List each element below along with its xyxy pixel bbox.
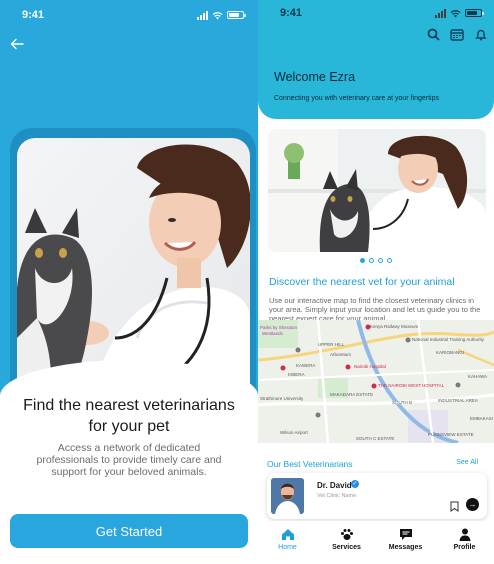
map-label: KIBERA (288, 372, 305, 377)
message-icon (399, 527, 413, 541)
map-label: PLAINSVIEW ESTATE (428, 432, 474, 437)
carousel-dot[interactable] (360, 258, 365, 263)
vet-name: Dr. David (317, 481, 352, 490)
map-label: KARIOBANGI (436, 350, 465, 355)
status-icons (197, 10, 246, 20)
map-label: Arboretum (330, 352, 352, 357)
title-line-2: for your pet (88, 418, 170, 435)
signal-icon (197, 10, 208, 20)
paw-icon (340, 527, 354, 541)
signal-icon (435, 8, 446, 18)
calendar-icon[interactable] (450, 27, 464, 41)
tab-label: Home (278, 544, 297, 551)
app-root: 9:41 Find the nearest veterinarians for … (0, 0, 494, 564)
person-icon (458, 527, 472, 541)
carousel-dot[interactable] (378, 258, 383, 263)
header-actions (426, 27, 488, 41)
tab-label: Profile (453, 544, 476, 551)
carousel-dot[interactable] (387, 258, 392, 263)
map-label: Kenya Railway Museum (370, 324, 419, 329)
carousel-dot[interactable] (369, 258, 374, 263)
home-header: 9:41 Welcome Ezra Connecting you with ve… (258, 0, 494, 119)
status-icons-right (435, 8, 484, 18)
carousel-indicators (258, 258, 494, 263)
bookmark-icon[interactable] (450, 499, 459, 512)
status-bar-right: 9:41 (258, 0, 494, 26)
vet-map[interactable]: Parks by Sheraton Westlands Kenya Railwa… (258, 320, 494, 443)
tab-profile[interactable]: Profile (440, 527, 490, 564)
discover-title: Discover the nearest vet for your animal (269, 276, 455, 288)
best-vets-heading: Our Best Veterinarians (267, 459, 353, 469)
tab-home[interactable]: Home (263, 527, 313, 564)
welcome-subtitle: Connecting you with veterinary care at y… (274, 95, 439, 102)
battery-icon (465, 9, 484, 17)
onboarding-screen: 9:41 Find the nearest veterinarians for … (0, 0, 258, 564)
home-screen: 9:41 Welcome Ezra Connecting you with ve… (258, 0, 494, 564)
map-label: SOUTH C ESTATE (356, 436, 395, 441)
tab-label: Services (332, 544, 361, 551)
map-label: MAKADARA ESTATE (330, 392, 374, 397)
map-label: Parks by Sheraton (260, 325, 298, 330)
tab-services[interactable]: Services (322, 527, 372, 564)
status-time: 9:41 (22, 9, 45, 21)
map-label: Westlands (262, 331, 283, 336)
wifi-icon (450, 9, 461, 17)
map-label: SOUTH B (392, 400, 413, 405)
arrow-right-icon[interactable]: → (466, 498, 479, 511)
map-label: INDUSTRIAL AREA (438, 398, 478, 403)
home-icon (281, 527, 295, 541)
tab-label: Messages (388, 544, 423, 551)
map-label: National Industrial Training Authority (412, 337, 485, 342)
onboarding-description: Access a network of dedicated profession… (36, 442, 222, 478)
tab-messages[interactable]: Messages (381, 527, 431, 564)
map-label: EMBAKASI (470, 416, 494, 421)
welcome-heading: Welcome Ezra (274, 70, 356, 84)
back-arrow-icon[interactable] (10, 37, 30, 55)
battery-icon (227, 11, 246, 19)
see-all-link[interactable]: See All (456, 459, 478, 466)
vet-card[interactable]: Dr. David ✓ Vet Clinic Name → (267, 473, 487, 519)
wifi-icon (212, 11, 223, 19)
onboarding-title: Find the nearest veterinarians for your … (0, 395, 258, 437)
vet-clinic-name: Vet Clinic Name (317, 493, 357, 499)
discover-description: Use our interactive map to find the clos… (269, 296, 481, 323)
status-time-right: 9:41 (280, 7, 303, 19)
status-bar: 9:41 (0, 0, 258, 30)
title-line-1: Find the nearest veterinarians (23, 397, 235, 414)
map-label: KAWERA (296, 363, 316, 368)
bell-icon[interactable] (474, 27, 488, 41)
map-label: KAHAWA (468, 374, 488, 379)
bottom-tab-bar: Home Services Messages Profile (258, 521, 494, 564)
map-label: UPPER HILL (318, 342, 345, 347)
verified-badge-icon: ✓ (351, 480, 359, 488)
carousel-image[interactable] (268, 129, 486, 252)
search-icon[interactable] (426, 27, 440, 41)
get-started-button[interactable]: Get Started (10, 514, 248, 548)
map-label: Wilson Airport (280, 430, 308, 435)
vet-avatar (271, 478, 304, 514)
map-label: Strathmore University (260, 396, 304, 401)
map-label: THE NAIROBI WEST HOSPITAL (378, 383, 445, 388)
map-label: Nairobi Hospital (354, 364, 386, 369)
